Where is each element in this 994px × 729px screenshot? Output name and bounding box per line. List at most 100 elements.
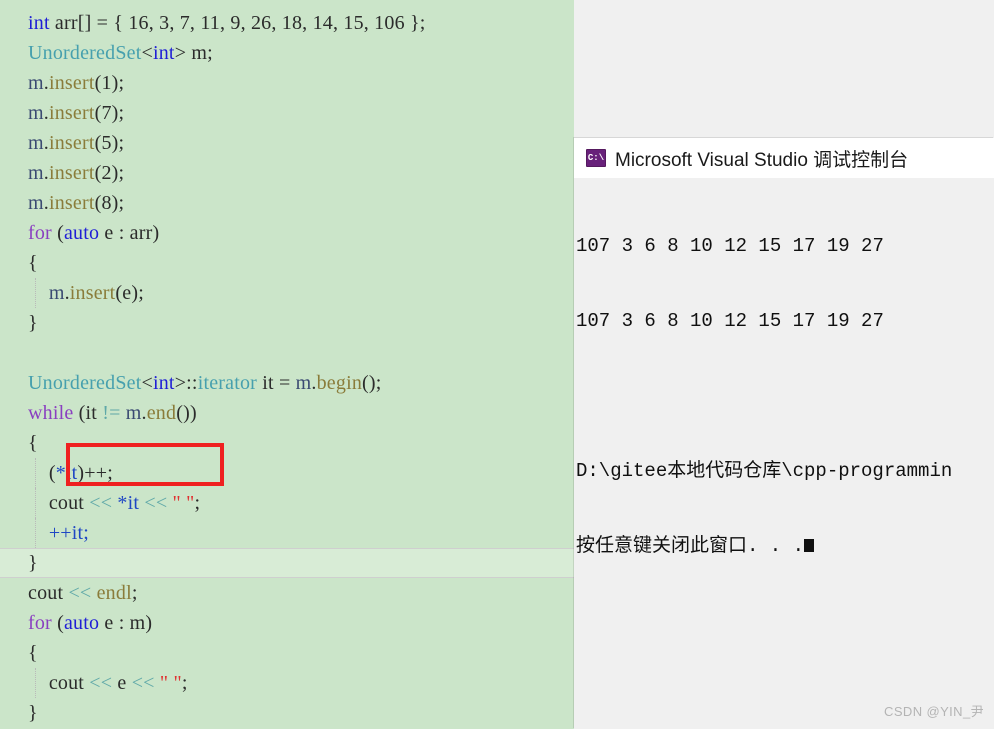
code-lines[interactable]: int arr[] = { 16, 3, 7, 11, 9, 26, 18, 1… [0, 8, 574, 728]
console-titlebar[interactable]: C:\ Microsoft Visual Studio 调试控制台 [574, 138, 994, 178]
code-line[interactable]: cout << endl; [0, 578, 574, 608]
token-object: m [28, 72, 44, 94]
code-editor-pane[interactable]: int arr[] = { 16, 3, 7, 11, 9, 26, 18, 1… [0, 0, 574, 729]
console-output-line: 107 3 6 8 10 12 15 17 19 27 [576, 235, 884, 257]
token-args: (1); [94, 72, 125, 94]
code-line[interactable]: m.insert(5); [0, 128, 574, 158]
token-keyword: for [28, 612, 52, 634]
token-method: insert [48, 162, 95, 184]
token-object: m [28, 132, 44, 154]
token-args: (7); [94, 102, 125, 124]
code-line-current[interactable]: } [0, 548, 574, 578]
console-output-prompt-line: 按任意键关闭此窗口. . . [576, 534, 994, 559]
token-brace: } [28, 552, 38, 574]
code-line[interactable]: for (auto e : m) [0, 608, 574, 638]
token-text: arr[] = { 16, 3, 7, 11, 9, 26, 18, 14, 1… [49, 12, 426, 34]
token-operator: << [89, 492, 113, 514]
token-type: int [152, 372, 175, 394]
console-cursor [804, 539, 815, 552]
code-line[interactable]: int arr[] = { 16, 3, 7, 11, 9, 26, 18, 1… [0, 8, 574, 38]
token-method: insert [48, 192, 95, 214]
token-semicolon: ; [131, 582, 138, 604]
code-line[interactable]: cout << *it << " "; [0, 488, 574, 518]
token-brace: { [28, 432, 38, 454]
token-method: begin [316, 372, 363, 394]
token-object: m [28, 102, 44, 124]
token-operator: << [89, 672, 113, 694]
token-method: end [146, 402, 177, 424]
token-keyword: for [28, 222, 52, 244]
console-output-path-line: D:\gitee本地代码仓库\cpp-programmin [576, 460, 953, 482]
token-args: ()) [176, 402, 197, 424]
token-text: e : arr) [99, 222, 160, 244]
token-var: e [112, 672, 132, 694]
code-line[interactable]: UnorderedSet<int>::iterator it = m.begin… [0, 368, 574, 398]
console-window-title: Microsoft Visual Studio 调试控制台 [615, 149, 909, 171]
code-line[interactable]: m.insert(2); [0, 158, 574, 188]
token-angle: < [141, 42, 153, 64]
token-string: " " [172, 492, 195, 514]
token-text: )++; [77, 462, 113, 484]
token-operator: << [68, 582, 92, 604]
token-cout: cout [48, 492, 90, 514]
console-window-icon: C:\ [586, 149, 606, 167]
token-brace: { [28, 252, 38, 274]
code-line[interactable]: } [0, 308, 574, 338]
token-object: m [125, 402, 142, 424]
token-string: " " [159, 672, 182, 694]
console-output-line-blank [576, 384, 994, 409]
token-brace: } [28, 702, 38, 724]
code-line[interactable]: cout << e << " "; [0, 668, 574, 698]
code-line[interactable]: { [0, 248, 574, 278]
console-prompt-text: 按任意键关闭此窗口. . . [576, 535, 805, 557]
token-operator: << [144, 492, 168, 514]
token-endl: endl [96, 582, 132, 604]
console-output[interactable]: 107 3 6 8 10 12 15 17 19 27 107 3 6 8 10… [574, 178, 994, 609]
token-text: > m; [174, 42, 213, 64]
token-type: int [152, 42, 175, 64]
token-keyword: int [28, 12, 50, 34]
token-cout: cout [48, 672, 90, 694]
token-increment: ++it; [48, 522, 90, 544]
code-line[interactable]: ++it; [0, 518, 574, 548]
code-line-empty[interactable] [0, 338, 574, 368]
screenshot-root: int arr[] = { 16, 3, 7, 11, 9, 26, 18, 1… [0, 0, 994, 729]
code-line[interactable]: { [0, 428, 574, 458]
code-line[interactable]: { [0, 638, 574, 668]
token-object: m [48, 282, 65, 304]
token-method: insert [48, 72, 95, 94]
token-object: m [28, 162, 44, 184]
token-deref: *it [112, 492, 145, 514]
token-text: ( [51, 222, 64, 244]
code-line[interactable]: m.insert(7); [0, 98, 574, 128]
code-line[interactable]: UnorderedSet<int> m; [0, 38, 574, 68]
token-text: it = [257, 372, 296, 394]
code-line[interactable]: m.insert(8); [0, 188, 574, 218]
token-text: ( [51, 612, 64, 634]
token-type: auto [63, 612, 100, 634]
token-semicolon: ; [194, 492, 201, 514]
token-operator: << [131, 672, 155, 694]
code-line[interactable]: for (auto e : arr) [0, 218, 574, 248]
token-brace: { [28, 642, 38, 664]
console-window[interactable]: C:\ Microsoft Visual Studio 调试控制台 107 3 … [574, 138, 994, 729]
code-line[interactable]: } [0, 698, 574, 728]
console-output-line: 107 3 6 8 10 12 15 17 19 27 [576, 310, 884, 332]
token-method: insert [48, 132, 95, 154]
token-angle: >:: [174, 372, 198, 394]
token-text: (it [73, 402, 103, 424]
token-class: UnorderedSet [28, 42, 142, 64]
token-args: (8); [94, 192, 125, 214]
token-iterator: iterator [197, 372, 258, 394]
code-line[interactable]: m.insert(1); [0, 68, 574, 98]
code-line[interactable]: while (it != m.end()) [0, 398, 574, 428]
token-object: m [28, 192, 44, 214]
code-line[interactable]: m.insert(e); [0, 278, 574, 308]
code-line-highlighted[interactable]: (*it)++; [0, 458, 574, 488]
token-keyword: while [28, 402, 74, 424]
token-operator: != [102, 402, 121, 424]
token-method: insert [48, 102, 95, 124]
token-type: auto [63, 222, 100, 244]
